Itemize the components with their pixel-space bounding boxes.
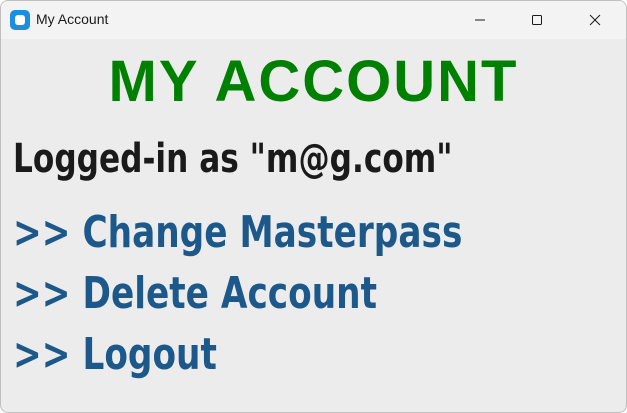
minimize-button[interactable] [457,1,503,39]
logout-link[interactable]: >> Logout [13,326,217,384]
change-masterpass-link[interactable]: >> Change Masterpass [13,204,462,262]
app-icon [10,10,30,30]
title-bar[interactable]: My Account [1,1,626,39]
app-window: My Account MY ACCOUNT Logged-in as "m@g.… [0,0,627,413]
account-panel: MY ACCOUNT Logged-in as "m@g.com" >> Cha… [1,39,626,412]
logged-in-label: Logged-in as "m@g.com" [13,136,453,182]
maximize-button[interactable] [514,1,560,39]
close-icon [589,14,601,26]
delete-account-link[interactable]: >> Delete Account [13,265,377,323]
maximize-icon [532,15,542,25]
page-title: MY ACCOUNT [108,49,519,114]
minimize-icon [475,19,485,21]
close-button[interactable] [572,1,618,39]
window-title: My Account [36,11,109,27]
